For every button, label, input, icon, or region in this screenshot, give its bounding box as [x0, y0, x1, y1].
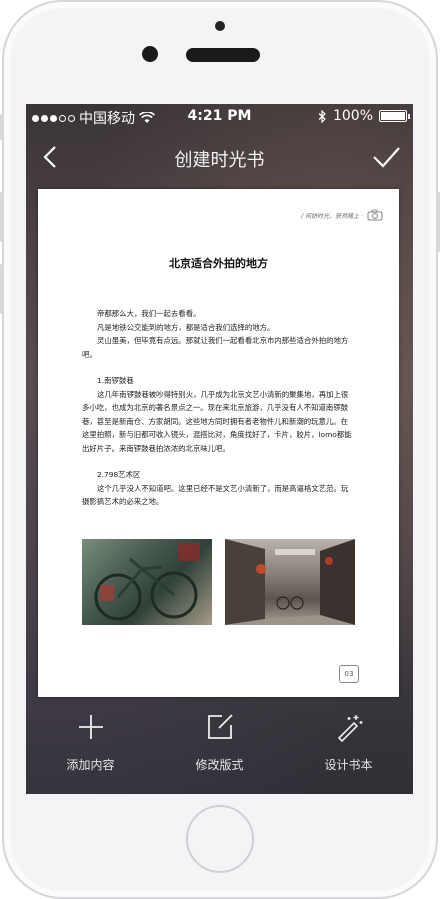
bicycle-photo [82, 539, 212, 625]
article-title: 北京适合外拍的地方 [169, 257, 268, 270]
bluetooth-icon [318, 109, 326, 123]
design-book-label: 设计书本 [324, 758, 373, 772]
page-tag-text: / 何妨时光，获然随上 · [301, 212, 363, 220]
paragraph: 帝都那么大，我们一起去看看。 [97, 309, 201, 318]
paragraph: 灵山虽美，但毕竟有点远。那就让我们一起看看北京市内那些适合外拍的地方吧。 [82, 336, 349, 359]
design-book-button[interactable]: 设计书本 [299, 696, 399, 794]
home-button[interactable] [186, 805, 254, 873]
navigation-bar: 创建时光书 [26, 130, 413, 186]
section-heading: 1.南锣鼓巷 [97, 376, 134, 385]
paragraph: 凡是地铁公交能到的地方，都是适合我们选择的地方。 [97, 322, 275, 332]
battery-icon [379, 110, 410, 122]
edit-icon [207, 714, 233, 739]
page-number: 03 [339, 665, 359, 683]
book-page-preview[interactable]: / 何妨时光，获然随上 · 北京适合外拍的地方 帝都那么大，我们一起去看看。 凡… [38, 189, 399, 697]
edit-layout-button[interactable]: 修改版式 [170, 696, 270, 794]
volume-down-button [0, 264, 3, 314]
checkmark-icon[interactable] [369, 142, 403, 172]
add-content-button[interactable]: 添加内容 [41, 696, 141, 794]
edit-layout-label: 修改版式 [195, 758, 244, 772]
front-camera [142, 46, 158, 62]
app-screen: 中国移动 4:21 PM 100% 创建时光书 / 何妨时光，获然随上 · 北京… [26, 104, 413, 794]
status-bar: 中国移动 4:21 PM 100% [26, 104, 413, 130]
camera-icon [367, 209, 383, 221]
battery-percent: 100% [332, 108, 373, 124]
add-content-label: 添加内容 [66, 758, 115, 772]
bottom-toolbar: 添加内容 修改版式 设计书本 [26, 696, 413, 794]
paragraph: 这个几乎没人不知道吧。这里已经不是文艺小清新了，而是高逼格文艺范。玩摄影搞艺术的… [82, 483, 349, 507]
article-body: 帝都那么大，我们一起去看看。 凡是地铁公交能到的地方，都是适合我们选择的地方。 … [82, 307, 355, 509]
mute-switch [0, 114, 3, 140]
earpiece-speaker [186, 48, 260, 62]
photo-row [82, 539, 355, 625]
page-header-tag: / 何妨时光，获然随上 · [301, 209, 383, 221]
page-title: 创建时光书 [174, 150, 265, 171]
section-heading: 2.798艺术区 [97, 470, 141, 479]
plus-icon [78, 715, 103, 739]
volume-up-button [0, 192, 3, 242]
hutong-alley-photo [225, 539, 355, 625]
magic-wand-icon [337, 715, 362, 742]
top-sensor [215, 21, 225, 31]
paragraph: 这几年南锣鼓巷被吵得特别火，几乎成为北京文艺小清新的聚集地，再加上很多小吃，也成… [82, 389, 352, 453]
